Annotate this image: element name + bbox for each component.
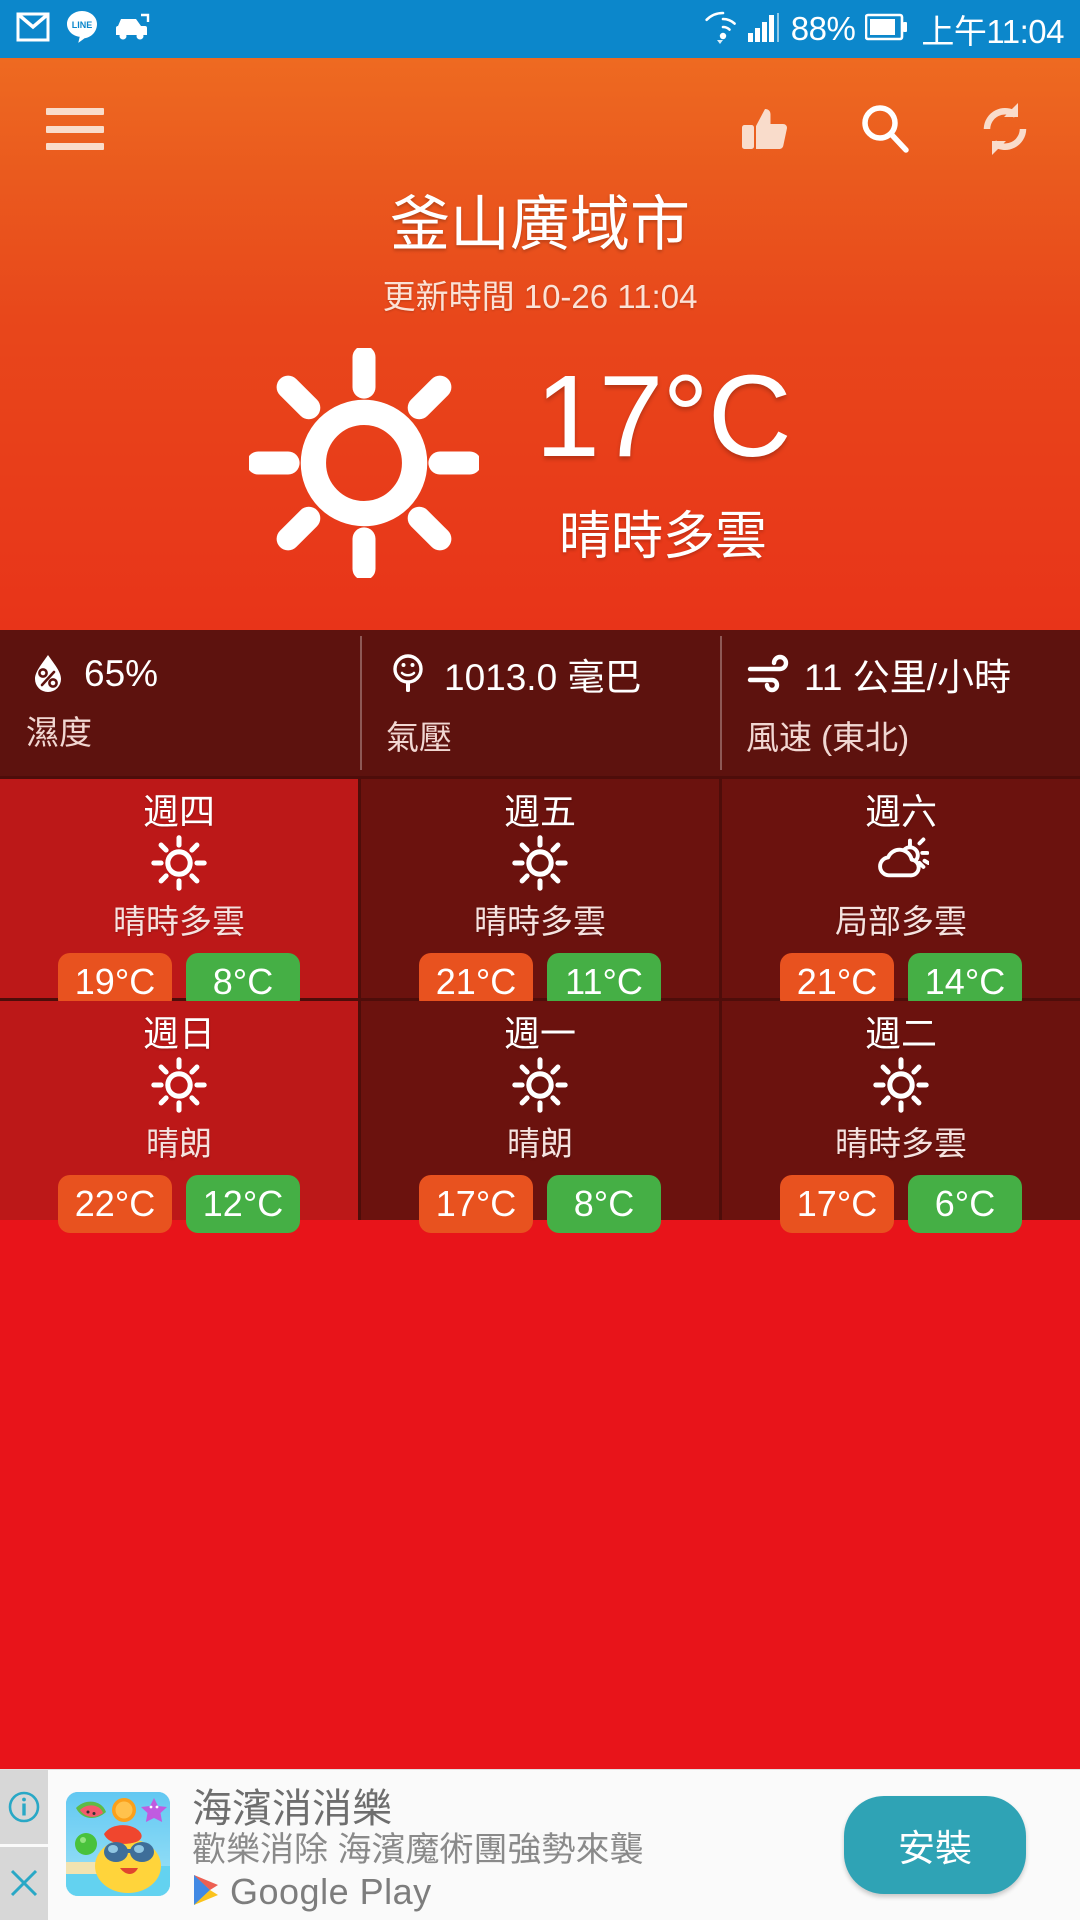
phone-screen: LINE 88% 上午11:04 釜山廣域市 更新時間 10-26 11:04 … bbox=[0, 0, 1080, 1920]
signal-icon bbox=[747, 11, 781, 48]
wind-icon bbox=[746, 652, 790, 696]
forecast-day: 週四 bbox=[142, 791, 215, 832]
humidity-drop-icon bbox=[26, 652, 70, 696]
ad-close-button[interactable] bbox=[0, 1846, 48, 1920]
ad-controls bbox=[0, 1770, 48, 1920]
forecast-low: 8°C bbox=[547, 1174, 661, 1233]
detail-humidity-value-row: 65% bbox=[26, 652, 360, 696]
status-bar: LINE 88% 上午11:04 bbox=[0, 0, 1080, 58]
forecast-low: 6°C bbox=[908, 1174, 1022, 1233]
wifi-icon bbox=[703, 9, 737, 50]
line-icon: LINE bbox=[66, 10, 98, 49]
current-readout: 17°C 晴時多雲 bbox=[535, 350, 791, 569]
ad-subtitle: 歡樂消除 海濱魔術團強勢來襲 bbox=[192, 1831, 644, 1869]
battery-percentage: 88% bbox=[790, 10, 856, 47]
sun-icon bbox=[247, 345, 482, 581]
pressure-value: 1013.0 毫巴 bbox=[444, 657, 642, 698]
google-play-icon bbox=[192, 1873, 222, 1912]
forecast-description: 局部多雲 bbox=[835, 902, 967, 940]
ad-text-block: 海濱消消樂 歡樂消除 海濱魔術團強勢來襲 Google Play bbox=[170, 1770, 844, 1920]
current-temperature: 17°C bbox=[535, 350, 791, 481]
app-header: 釜山廣域市 更新時間 10-26 11:04 bbox=[0, 58, 1080, 318]
ad-banner[interactable]: 海濱消消樂 歡樂消除 海濱魔術團強勢來襲 Google Play 安裝 bbox=[0, 1769, 1080, 1920]
wind-value: 11 公里/小時 bbox=[804, 657, 1011, 698]
forecast-temps: 22°C 12°C bbox=[58, 1174, 300, 1233]
pressure-gauge-icon bbox=[386, 652, 430, 696]
sun-icon bbox=[151, 1057, 207, 1113]
ad-store-name: Google Play bbox=[230, 1871, 432, 1913]
forecast-description: 晴時多雲 bbox=[835, 1124, 967, 1162]
ad-info-button[interactable] bbox=[0, 1770, 48, 1844]
battery-icon bbox=[865, 13, 909, 46]
status-bar-system-icons: 88% 上午11:04 bbox=[703, 5, 1064, 53]
search-icon[interactable] bbox=[856, 100, 914, 158]
sun-icon bbox=[512, 1057, 568, 1113]
forecast-cell[interactable]: 週一 晴朗 17°C 8°C bbox=[361, 1001, 719, 1233]
current-conditions: 17°C 晴時多雲 bbox=[0, 318, 1080, 630]
car-icon bbox=[114, 12, 152, 47]
forecast-high: 22°C bbox=[58, 1174, 172, 1233]
thumbs-up-icon[interactable] bbox=[736, 100, 794, 158]
info-icon bbox=[8, 1791, 40, 1823]
game-app-icon[interactable] bbox=[66, 1792, 170, 1896]
forecast-description: 晴時多雲 bbox=[113, 902, 245, 940]
forecast-high: 17°C bbox=[419, 1174, 533, 1233]
page-title: 釜山廣域市 bbox=[390, 191, 690, 258]
ad-cta-area: 安裝 bbox=[844, 1770, 1080, 1920]
forecast-description: 晴朗 bbox=[146, 1124, 212, 1162]
refresh-icon[interactable] bbox=[976, 100, 1034, 158]
current-description: 晴時多雲 bbox=[558, 507, 767, 566]
forecast-description: 晴時多雲 bbox=[474, 902, 606, 940]
forecast-cell[interactable]: 週日 晴朗 22°C 12°C bbox=[0, 1001, 358, 1233]
pressure-label: 氣壓 bbox=[386, 719, 452, 756]
detail-pressure: 1013.0 毫巴 氣壓 bbox=[360, 630, 720, 776]
detail-wind-value-row: 11 公里/小時 bbox=[746, 647, 1080, 701]
forecast-cell[interactable]: 週五 晴時多雲 21°C 11°C bbox=[361, 779, 719, 1011]
forecast-temps: 17°C 6°C bbox=[780, 1174, 1022, 1233]
forecast-day: 週二 bbox=[864, 1013, 937, 1054]
sun-icon bbox=[512, 835, 568, 891]
forecast-high: 17°C bbox=[780, 1174, 894, 1233]
forecast-description: 晴朗 bbox=[507, 1124, 573, 1162]
weather-details-row: 65% 濕度 1013.0 毫巴 氣壓 11 公里/小時 風速 (東北) bbox=[0, 630, 1080, 776]
sun-icon bbox=[151, 835, 207, 891]
forecast-day: 週日 bbox=[142, 1013, 215, 1054]
close-icon bbox=[10, 1870, 38, 1897]
ad-store-row: Google Play bbox=[192, 1871, 844, 1913]
status-bar-clock: 上午11:04 bbox=[921, 13, 1064, 50]
update-time-label: 更新時間 10-26 11:04 bbox=[382, 278, 698, 315]
svg-text:LINE: LINE bbox=[72, 20, 93, 30]
forecast-day: 週五 bbox=[503, 791, 576, 832]
header-toolbar bbox=[0, 84, 1080, 174]
humidity-value: 65% bbox=[84, 653, 159, 694]
forecast-day: 週六 bbox=[864, 791, 937, 832]
cloud-sun-icon bbox=[873, 835, 931, 891]
install-button[interactable]: 安裝 bbox=[844, 1796, 1026, 1894]
forecast-cell[interactable]: 週二 晴時多雲 17°C 6°C bbox=[722, 1001, 1080, 1233]
forecast-temps: 17°C 8°C bbox=[419, 1174, 661, 1233]
forecast-cell[interactable]: 週四 晴時多雲 19°C 8°C bbox=[0, 779, 358, 1011]
detail-wind: 11 公里/小時 風速 (東北) bbox=[720, 630, 1080, 776]
detail-humidity: 65% 濕度 bbox=[0, 630, 360, 776]
header-action-icons bbox=[736, 100, 1034, 158]
hamburger-icon[interactable] bbox=[46, 108, 104, 150]
ad-title: 海濱消消樂 bbox=[192, 1787, 392, 1831]
forecast-cell[interactable]: 週六 局部多雲 21°C 14°C bbox=[722, 779, 1080, 1011]
gmail-icon bbox=[16, 12, 50, 47]
status-bar-notification-icons: LINE bbox=[16, 10, 152, 49]
page-background-filler bbox=[0, 1220, 1080, 1769]
humidity-label: 濕度 bbox=[26, 714, 92, 751]
forecast-day: 週一 bbox=[503, 1013, 576, 1054]
sun-icon bbox=[873, 1057, 929, 1113]
forecast-low: 12°C bbox=[186, 1174, 300, 1233]
wind-label: 風速 (東北) bbox=[746, 719, 910, 756]
forecast-grid: 週四 晴時多雲 19°C 8°C 週五 晴時多雲 21°C 11°C 週六 局部… bbox=[0, 776, 1080, 1233]
detail-pressure-value-row: 1013.0 毫巴 bbox=[386, 647, 720, 701]
